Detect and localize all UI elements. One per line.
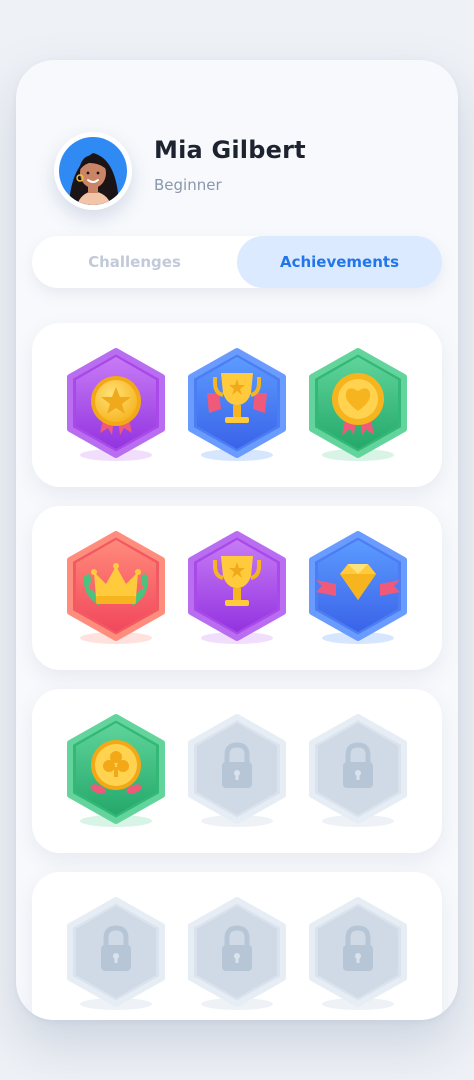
clover-medal-icon	[67, 714, 165, 827]
badge[interactable]	[185, 530, 289, 646]
tab-challenges[interactable]: Challenges	[32, 236, 237, 288]
badge-row	[32, 323, 442, 487]
trophy-icon	[188, 531, 286, 644]
profile-header: Mia Gilbert Beginner	[54, 132, 434, 212]
badge[interactable]	[306, 347, 410, 463]
lock-icon	[309, 897, 407, 1010]
badge[interactable]	[185, 347, 289, 463]
badge[interactable]	[64, 347, 168, 463]
laurel-crown-icon	[67, 531, 165, 644]
badge-row	[32, 689, 442, 853]
badge[interactable]	[64, 530, 168, 646]
avatar[interactable]	[54, 132, 132, 210]
badge	[306, 713, 410, 829]
diamond-ribbon-icon	[309, 531, 407, 644]
woman-avatar-icon	[59, 137, 127, 205]
lock-icon	[67, 897, 165, 1010]
badge[interactable]	[306, 530, 410, 646]
achievements-screen: Mia Gilbert Beginner Challenges Achievem…	[16, 60, 458, 1020]
user-name: Mia Gilbert	[154, 136, 306, 164]
badge[interactable]	[64, 713, 168, 829]
lock-icon	[188, 897, 286, 1010]
tab-bar: Challenges Achievements	[32, 236, 442, 288]
badge-row	[32, 506, 442, 670]
lock-icon	[188, 714, 286, 827]
lock-icon	[309, 714, 407, 827]
badge	[306, 896, 410, 1012]
badge	[185, 896, 289, 1012]
badge	[185, 713, 289, 829]
star-medal-icon	[67, 348, 165, 461]
trophy-ribbon-icon	[188, 348, 286, 461]
tab-achievements[interactable]: Achievements	[237, 236, 442, 288]
user-level: Beginner	[154, 176, 222, 194]
heart-rosette-icon	[309, 348, 407, 461]
badge	[64, 896, 168, 1012]
badge-row	[32, 872, 442, 1020]
